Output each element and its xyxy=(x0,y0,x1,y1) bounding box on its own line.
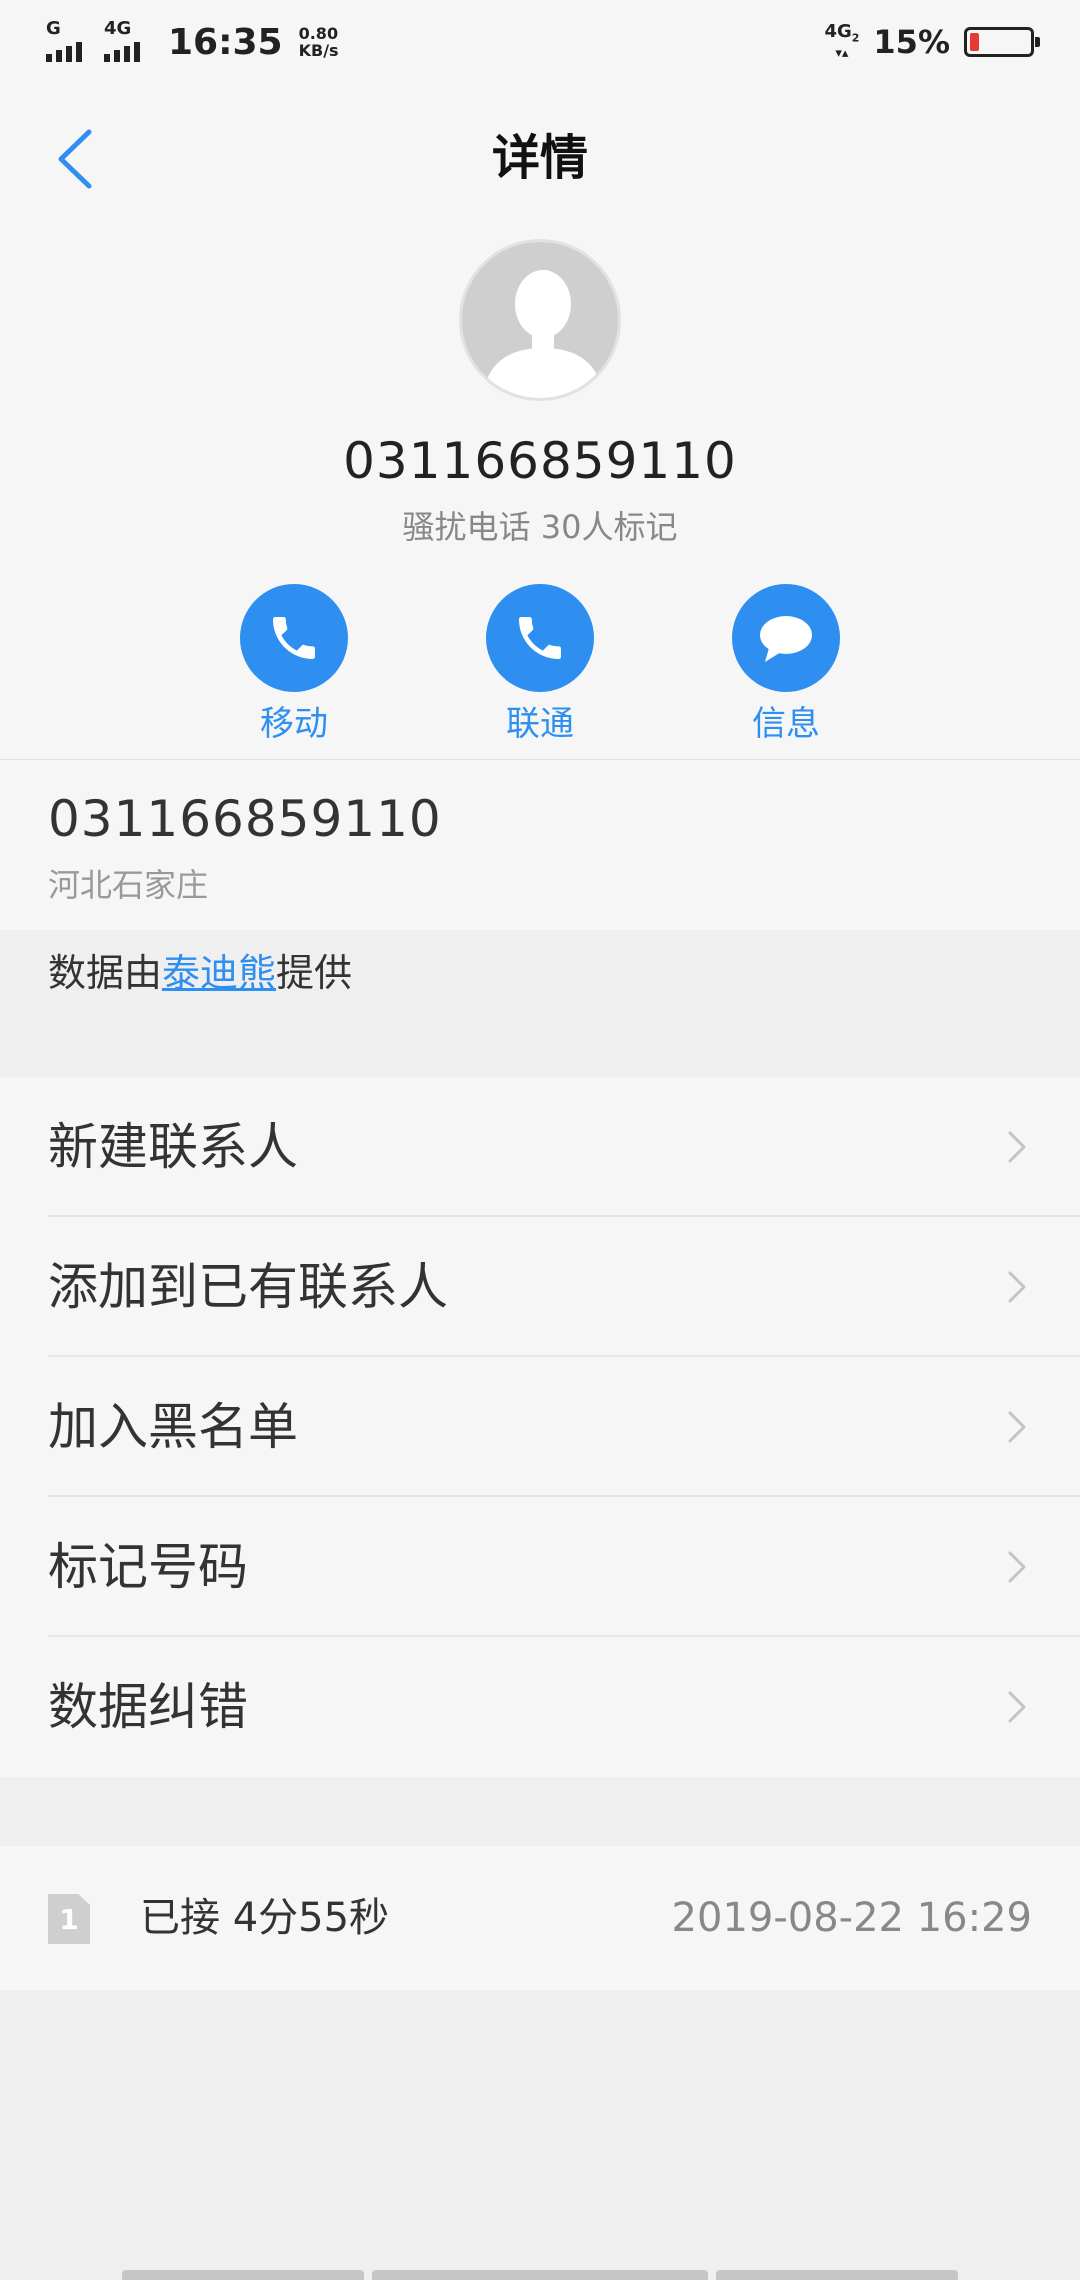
menu-item-blacklist[interactable]: 加入黑名单 xyxy=(0,1357,1080,1497)
data-arrows-icon: ▾▴ xyxy=(835,46,849,62)
call-mobile-button[interactable]: 移动 xyxy=(214,584,374,745)
spam-tag: 骚扰电话 30人标记 xyxy=(402,508,678,546)
call-status: 已接 4分55秒 xyxy=(140,1895,390,1941)
nav-hint-center xyxy=(372,2270,708,2280)
nav-hint-right xyxy=(716,2270,958,2280)
mobile-data-label: 4G xyxy=(824,20,852,42)
call-mobile-label: 移动 xyxy=(260,704,328,744)
chevron-right-icon xyxy=(1008,1271,1026,1303)
info-location: 河北石家庄 xyxy=(48,866,209,904)
message-label: 信息 xyxy=(752,704,820,744)
status-bar: G 4G 16:35 0.80 KB/s 4G2 ▾▴ 15% xyxy=(0,0,1080,84)
call-unicom-button[interactable]: 联通 xyxy=(460,584,620,745)
sim-slot-number: 1 xyxy=(59,1902,79,1936)
phone-icon xyxy=(519,617,561,659)
battery-level-fill xyxy=(970,33,979,51)
chevron-right-icon xyxy=(1008,1551,1026,1583)
message-circle xyxy=(732,584,840,692)
contact-number: 031166859110 xyxy=(343,432,737,490)
info-number: 031166859110 xyxy=(48,790,442,848)
sim-card-icon: 1 xyxy=(48,1894,90,1944)
call-unicom-label: 联通 xyxy=(506,704,574,744)
call-datetime: 2019-08-22 16:29 xyxy=(671,1895,1032,1941)
chevron-right-icon xyxy=(1008,1411,1026,1443)
contact-header: 详情 031166859110 骚扰电话 30人标记 移动 联通 信息 xyxy=(0,84,1080,844)
menu-item-mark-number[interactable]: 标记号码 xyxy=(0,1497,1080,1637)
battery-percent: 15% xyxy=(873,23,950,61)
nav-hint-left xyxy=(122,2270,364,2280)
signal-sim1-icon: G xyxy=(46,18,94,62)
avatar xyxy=(459,239,621,401)
chevron-right-icon xyxy=(1008,1691,1026,1723)
network-speed-unit: KB/s xyxy=(298,41,339,60)
sim2-network-label: 4G xyxy=(104,18,132,39)
network-speed: 0.80 KB/s xyxy=(299,25,339,59)
call-log-row[interactable]: 1 已接 4分55秒 2019-08-22 16:29 xyxy=(0,1846,1080,1990)
person-silhouette-icon xyxy=(482,270,604,398)
provider-link[interactable]: 泰迪熊 xyxy=(162,951,276,995)
message-icon xyxy=(760,616,812,662)
status-time: 16:35 xyxy=(168,21,283,63)
signal-sim2-icon: 4G xyxy=(104,18,152,62)
provider-suffix: 提供 xyxy=(276,951,353,995)
menu-item-data-correction[interactable]: 数据纠错 xyxy=(0,1637,1080,1777)
phone-icon xyxy=(273,617,315,659)
menu-item-label: 添加到已有联系人 xyxy=(48,1258,448,1316)
action-row: 移动 联通 信息 xyxy=(0,584,1080,754)
menu-item-new-contact[interactable]: 新建联系人 xyxy=(0,1077,1080,1217)
data-provider-note: 数据由泰迪熊提供 xyxy=(48,942,352,997)
chevron-right-icon xyxy=(1008,1131,1026,1163)
action-menu: 新建联系人 添加到已有联系人 加入黑名单 标记号码 数据纠错 xyxy=(0,1077,1080,1777)
sim1-network-label: G xyxy=(46,18,61,39)
menu-item-label: 新建联系人 xyxy=(48,1118,298,1176)
call-unicom-circle xyxy=(486,584,594,692)
number-info: 031166859110 河北石家庄 xyxy=(0,760,1080,930)
network-speed-value: 0.80 xyxy=(298,24,339,43)
menu-item-label: 标记号码 xyxy=(48,1538,248,1596)
menu-item-label: 加入黑名单 xyxy=(48,1398,298,1456)
mobile-data-icon: 4G2 ▾▴ xyxy=(824,20,860,62)
call-mobile-circle xyxy=(240,584,348,692)
menu-item-label: 数据纠错 xyxy=(48,1678,248,1736)
battery-icon xyxy=(964,27,1040,57)
menu-item-add-to-existing[interactable]: 添加到已有联系人 xyxy=(0,1217,1080,1357)
page-title: 详情 xyxy=(491,130,588,186)
provider-prefix: 数据由 xyxy=(48,951,163,995)
mobile-data-sub: 2 xyxy=(851,31,860,45)
message-button[interactable]: 信息 xyxy=(706,584,866,745)
